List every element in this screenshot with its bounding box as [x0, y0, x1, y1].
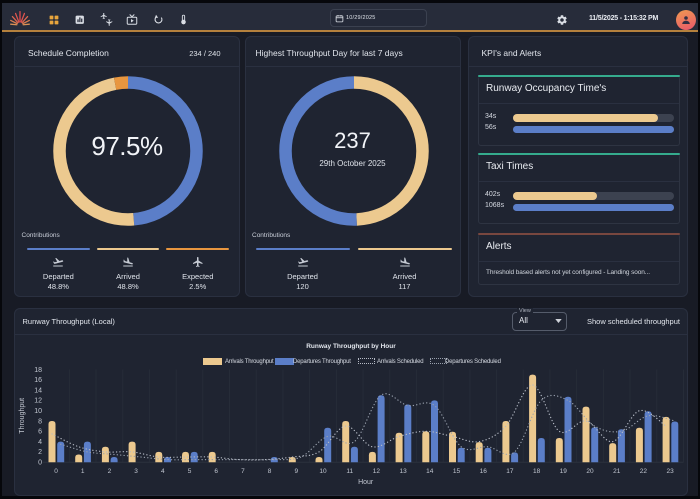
svg-text:14: 14 — [34, 387, 42, 394]
svg-text:9: 9 — [294, 468, 298, 475]
svg-text:12: 12 — [34, 397, 42, 404]
svg-text:10: 10 — [319, 468, 327, 475]
svg-text:15: 15 — [453, 468, 461, 475]
svg-text:2: 2 — [108, 468, 112, 475]
svg-text:17: 17 — [506, 468, 514, 475]
svg-text:4: 4 — [161, 468, 165, 475]
svg-text:8: 8 — [38, 418, 42, 425]
svg-text:16: 16 — [34, 377, 42, 384]
svg-text:20: 20 — [586, 468, 594, 475]
svg-text:5: 5 — [188, 468, 192, 475]
svg-text:21: 21 — [613, 468, 621, 475]
svg-text:18: 18 — [533, 468, 541, 475]
svg-text:1: 1 — [81, 468, 85, 475]
svg-text:2: 2 — [38, 449, 42, 456]
svg-text:Throughput: Throughput — [19, 397, 26, 433]
svg-text:0: 0 — [54, 468, 58, 475]
svg-text:6: 6 — [38, 428, 42, 435]
svg-text:14: 14 — [426, 468, 434, 475]
svg-text:Hour: Hour — [358, 479, 374, 486]
svg-text:7: 7 — [241, 468, 245, 475]
svg-text:11: 11 — [346, 468, 353, 475]
svg-text:18: 18 — [34, 366, 42, 373]
svg-text:0: 0 — [38, 459, 42, 466]
svg-text:12: 12 — [373, 468, 381, 475]
svg-text:3: 3 — [134, 468, 138, 475]
svg-text:19: 19 — [560, 468, 568, 475]
svg-text:23: 23 — [666, 468, 674, 475]
svg-text:22: 22 — [640, 468, 648, 475]
svg-text:10: 10 — [34, 408, 42, 415]
svg-text:13: 13 — [399, 468, 407, 475]
svg-text:16: 16 — [480, 468, 488, 475]
svg-text:4: 4 — [38, 438, 42, 445]
svg-text:6: 6 — [214, 468, 218, 475]
svg-text:8: 8 — [268, 468, 272, 475]
